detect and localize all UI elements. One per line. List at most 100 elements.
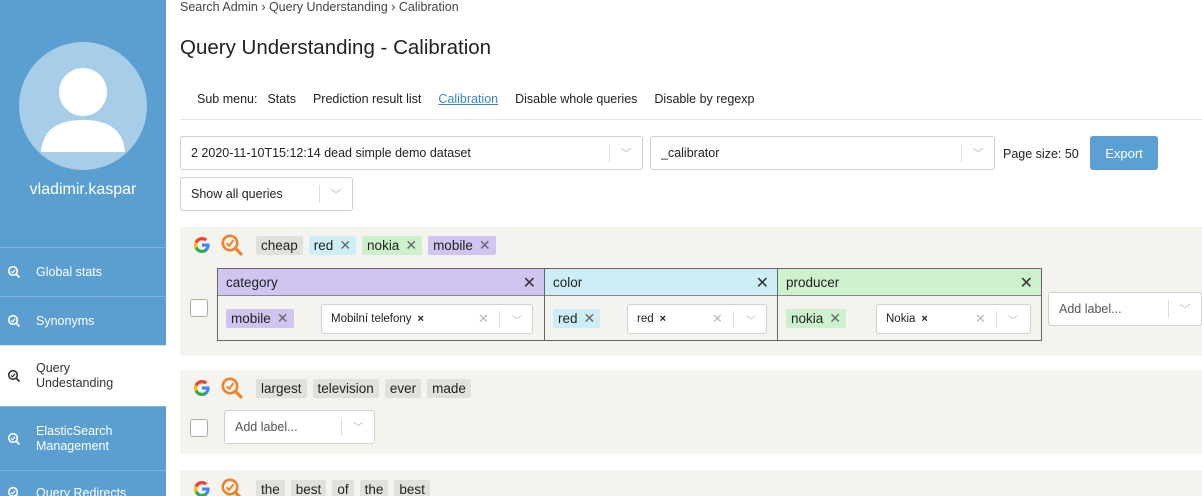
username: vladimir.kaspar	[29, 181, 137, 198]
close-icon[interactable]: ✕	[339, 237, 351, 254]
slot-name: category	[226, 274, 278, 290]
close-icon[interactable]: ✕	[523, 273, 536, 293]
submenu-item-stats[interactable]: Stats	[267, 92, 296, 106]
query-token[interactable]: the	[256, 479, 285, 496]
submenu-item-disable-whole-queries[interactable]: Disable whole queries	[515, 92, 637, 106]
query-checkbox[interactable]	[190, 299, 208, 317]
clear-icon[interactable]: ✕	[712, 311, 723, 327]
sidebar-item-synonyms[interactable]: Synonyms	[0, 296, 166, 345]
close-icon[interactable]: ✕	[1020, 273, 1033, 293]
slot-category: category ✕ mobile ✕ Mobilní telefony × ✕ ﹀	[218, 269, 545, 340]
sidebar-item-label: Global stats	[36, 264, 103, 279]
query-checkbox[interactable]	[190, 419, 208, 437]
query-panel: cheap red ✕ nokia ✕ mobile ✕ category ✕ mob…	[180, 227, 1202, 356]
query-token-labeled[interactable]: red ✕	[308, 235, 357, 255]
chevron-down-icon[interactable]: ﹀	[746, 312, 756, 327]
clear-icon[interactable]: ✕	[478, 311, 489, 327]
add-label-select[interactable]: Add label... ﹀	[1048, 292, 1202, 326]
breadcrumb-item[interactable]: Search Admin	[180, 0, 258, 14]
sidebar-item-label: Query Undestanding	[36, 361, 114, 390]
chevron-down-icon[interactable]: ﹀	[962, 145, 994, 161]
query-token[interactable]: cheap	[256, 235, 303, 255]
query-panel: largest television ever made Add label..…	[180, 370, 1202, 454]
close-icon[interactable]: ✕	[277, 310, 289, 327]
google-icon[interactable]	[192, 479, 212, 496]
submenu-label: Sub menu:	[197, 91, 258, 106]
slot-token[interactable]: mobile ✕	[226, 309, 294, 328]
slot-token[interactable]: nokia ✕	[786, 309, 847, 328]
close-icon[interactable]: ×	[921, 313, 927, 325]
query-token[interactable]: the	[359, 479, 389, 496]
avatar[interactable]	[19, 42, 147, 170]
slot-token[interactable]: red ✕	[553, 309, 601, 328]
chevron-down-icon[interactable]: ﹀	[1169, 301, 1201, 317]
dataset-select[interactable]: 2 2020-11-10T15:12:14 dead simple demo d…	[180, 136, 643, 170]
close-icon[interactable]: ✕	[479, 237, 491, 254]
sidebar-item-global-stats[interactable]: Global stats	[0, 247, 166, 296]
query-filter-select[interactable]: Show all queries ﹀	[180, 177, 353, 211]
add-label-select[interactable]: Add label... ﹀	[224, 410, 375, 444]
magnify-check-icon[interactable]	[220, 477, 244, 496]
close-icon[interactable]: ✕	[405, 237, 417, 254]
search-icon	[7, 314, 21, 328]
query-token[interactable]: television	[312, 378, 379, 398]
chevron-down-icon[interactable]: ﹀	[512, 312, 522, 327]
query-token-labeled[interactable]: mobile ✕	[428, 235, 496, 255]
chevron-down-icon[interactable]: ﹀	[342, 419, 374, 435]
sidebar-item-query-redirects[interactable]: Query Redirects	[0, 470, 166, 496]
query-token[interactable]: best	[290, 479, 327, 496]
query-token[interactable]: of	[332, 479, 354, 496]
slot-header: producer ✕	[778, 269, 1041, 296]
close-icon[interactable]: ✕	[829, 310, 841, 327]
calibrator-select[interactable]: _calibrator ﹀	[650, 136, 995, 170]
value-chip: Nokia ×	[886, 313, 928, 325]
value-chip: Mobilní telefony ×	[331, 313, 424, 325]
value-chip: red ×	[637, 313, 667, 325]
slot-value-select[interactable]: Nokia × ✕ ﹀	[876, 304, 1031, 334]
export-button[interactable]: Export	[1090, 136, 1158, 170]
close-icon[interactable]: ×	[418, 313, 424, 325]
dataset-select-value: 2 2020-11-10T15:12:14 dead simple demo d…	[191, 146, 471, 160]
sidebar-item-label: Query Redirects	[36, 486, 127, 496]
sidebar-item-query-understanding[interactable]: Query Undestanding	[0, 345, 166, 406]
query-header: largest television ever made	[192, 376, 477, 400]
clear-icon[interactable]: ✕	[975, 311, 986, 327]
slot-color: color ✕ red ✕ red × ✕ ﹀	[545, 269, 778, 340]
query-token-labeled[interactable]: nokia ✕	[362, 235, 423, 255]
breadcrumb-separator-icon: ›	[261, 0, 269, 14]
slot-value-select[interactable]: Mobilní telefony × ✕ ﹀	[321, 304, 533, 334]
query-filter-value: Show all queries	[191, 187, 283, 201]
search-icon	[7, 265, 21, 279]
slot-name: color	[553, 274, 583, 290]
page-size-label: Page size: 50	[1003, 147, 1079, 161]
search-icon	[7, 369, 21, 383]
query-token[interactable]: largest	[256, 378, 307, 398]
add-label-placeholder: Add label...	[1059, 302, 1122, 316]
close-icon[interactable]: ✕	[756, 273, 769, 293]
close-icon[interactable]: ×	[660, 313, 666, 325]
slot-value-select[interactable]: red × ✕ ﹀	[627, 304, 767, 334]
magnify-check-icon[interactable]	[220, 376, 244, 400]
query-token[interactable]: made	[427, 378, 471, 398]
breadcrumb-item: Calibration	[398, 0, 459, 14]
query-token[interactable]: best	[394, 479, 430, 496]
close-icon[interactable]: ✕	[584, 310, 596, 327]
google-icon[interactable]	[192, 378, 212, 398]
submenu-item-disable-by-regexp[interactable]: Disable by regexp	[654, 92, 754, 106]
user-avatar-icon	[41, 68, 125, 152]
breadcrumb-item[interactable]: Query Understanding	[269, 0, 388, 14]
chevron-down-icon[interactable]: ﹀	[610, 145, 642, 161]
submenu-item-calibration[interactable]: Calibration	[438, 92, 498, 106]
search-icon	[7, 432, 21, 445]
query-token[interactable]: ever	[384, 378, 422, 398]
chevron-down-icon[interactable]: ﹀	[1008, 312, 1018, 327]
google-icon[interactable]	[192, 235, 212, 255]
add-label-placeholder: Add label...	[235, 420, 298, 434]
slot-header: color ✕	[545, 269, 777, 296]
page-title: Query Understanding - Calibration	[180, 36, 492, 59]
magnify-check-icon[interactable]	[220, 233, 244, 257]
submenu-item-prediction-result-list[interactable]: Prediction result list	[313, 92, 421, 106]
chevron-down-icon[interactable]: ﹀	[320, 186, 352, 202]
sidebar-item-label: Synonyms	[36, 313, 95, 328]
sidebar-item-elasticsearch-management[interactable]: ElasticSearch Management	[0, 406, 166, 470]
